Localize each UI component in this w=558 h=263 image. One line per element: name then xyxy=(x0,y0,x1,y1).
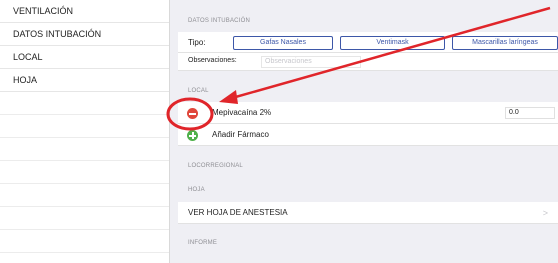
sidebar-item-ventilacion[interactable]: VENTILACIÓN xyxy=(0,0,169,23)
section-header-datos-intubacion: DATOS INTUBACIÓN xyxy=(188,18,250,24)
sidebar-item-datos-intubacion[interactable]: DATOS INTUBACIÓN xyxy=(0,23,169,46)
add-drug-row[interactable]: Añadir Fármaco xyxy=(178,124,558,146)
drug-row: Mepivacaína 2% 0.0 xyxy=(178,102,558,124)
ver-hoja-row[interactable]: VER HOJA DE ANESTESIA > xyxy=(178,202,558,224)
section-header-local: LOCAL xyxy=(188,88,209,94)
observaciones-row: Observaciones: Observaciones xyxy=(178,53,558,71)
main-panel: DATOS INTUBACIÓN Tipo: Gafas Nasales Ven… xyxy=(170,0,558,263)
sidebar-empty-row xyxy=(0,161,169,184)
sidebar-empty-row xyxy=(0,92,169,115)
sidebar-empty-row xyxy=(0,207,169,230)
section-header-informe: INFORME xyxy=(188,240,218,246)
tipo-label: Tipo: xyxy=(188,38,206,47)
sidebar-empty-row xyxy=(0,230,169,253)
observaciones-input[interactable]: Observaciones xyxy=(261,56,361,68)
drug-name: Mepivacaína 2% xyxy=(212,108,272,117)
add-drug-label: Añadir Fármaco xyxy=(212,130,269,139)
sidebar-empty-row xyxy=(0,138,169,161)
drug-value-input[interactable]: 0.0 xyxy=(505,107,555,119)
tipo-option-mascarillas-laringeas[interactable]: Mascarillas laríngeas xyxy=(452,36,558,50)
sidebar-empty-row xyxy=(0,115,169,138)
tipo-option-ventimask[interactable]: Ventimask xyxy=(340,36,445,50)
delete-circle-icon[interactable] xyxy=(187,108,198,119)
chevron-right-icon: > xyxy=(542,208,548,218)
sidebar-item-hoja[interactable]: HOJA xyxy=(0,69,169,92)
tipo-option-gafas-nasales[interactable]: Gafas Nasales xyxy=(233,36,333,50)
observaciones-label: Observaciones: xyxy=(188,57,237,64)
ver-hoja-label: VER HOJA DE ANESTESIA xyxy=(188,208,288,217)
section-header-locorregional: LOCORREGIONAL xyxy=(188,163,243,169)
add-circle-icon[interactable] xyxy=(187,130,198,141)
section-header-hoja: HOJA xyxy=(188,187,205,193)
sidebar-item-local[interactable]: LOCAL xyxy=(0,46,169,69)
sidebar: VENTILACIÓN DATOS INTUBACIÓN LOCAL HOJA xyxy=(0,0,170,263)
tipo-row: Tipo: Gafas Nasales Ventimask Mascarilla… xyxy=(178,32,558,53)
sidebar-empty-row xyxy=(0,184,169,207)
